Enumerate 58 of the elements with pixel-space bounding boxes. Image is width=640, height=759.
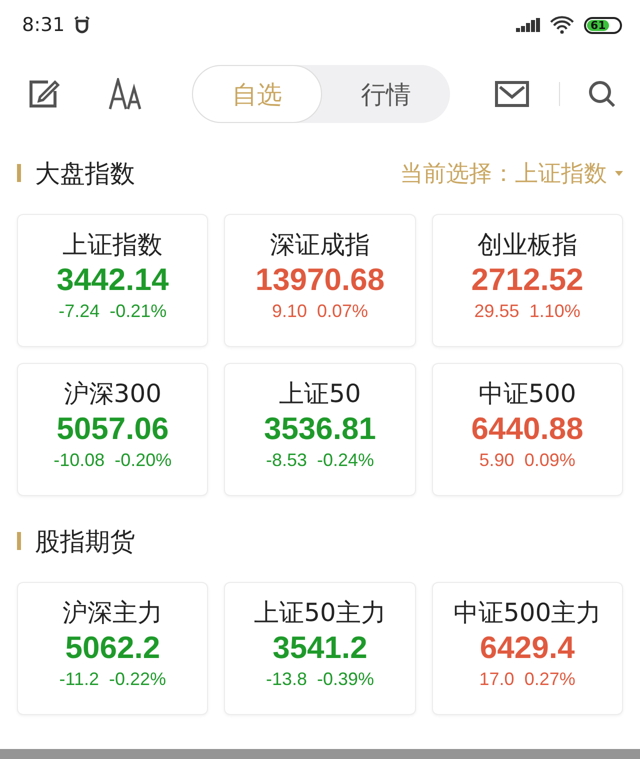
signal-icon [516, 18, 542, 32]
index-card[interactable]: 中证500 6440.88 5.90 0.09% [432, 363, 623, 496]
change-value: -8.53 [266, 449, 307, 472]
index-value: 3442.14 [56, 261, 169, 299]
index-card[interactable]: 上证指数 3442.14 -7.24 -0.21% [17, 214, 208, 347]
change-percent: 0.07% [316, 300, 368, 323]
index-card[interactable]: 深证成指 13970.68 9.10 0.07% [224, 214, 416, 347]
caret-icon [615, 170, 623, 176]
index-name: 上证50主力 [254, 597, 386, 629]
index-name: 深证成指 [270, 229, 370, 261]
change-value: 9.10 [272, 300, 307, 323]
battery-level: 61 [587, 20, 610, 30]
section-title: 股指期货 [35, 526, 135, 558]
index-value: 6429.4 [480, 629, 575, 667]
change-percent: -0.22% [108, 668, 166, 691]
font-size-icon[interactable] [108, 78, 144, 110]
index-value: 2712.52 [471, 261, 584, 299]
index-value: 3536.81 [264, 410, 376, 448]
index-value: 6440.88 [471, 410, 584, 448]
change-percent: 1.10% [529, 300, 580, 323]
index-value: 13970.68 [255, 261, 385, 299]
tab[interactable]: 行情 [322, 65, 450, 123]
edit-icon[interactable] [28, 79, 60, 109]
index-name: 中证500 [478, 378, 576, 410]
section-title: 大盘指数 [35, 158, 135, 190]
index-name: 上证50 [279, 378, 361, 410]
index-name: 上证指数 [62, 229, 163, 261]
change-percent: -0.24% [316, 449, 374, 472]
change-percent: 0.27% [524, 668, 576, 691]
index-name: 中证500主力 [453, 597, 602, 629]
index-value: 5057.06 [56, 410, 169, 448]
change-value: -10.08 [54, 449, 105, 472]
change-value: -7.24 [58, 300, 100, 323]
index-value: 5062.2 [65, 629, 160, 667]
change-value: 5.90 [479, 449, 514, 472]
change-value: -11.2 [59, 668, 99, 691]
index-card[interactable]: 中证500主力 6429.4 17.0 0.27% [432, 582, 623, 715]
index-card[interactable]: 创业板指 2712.52 29.55 1.10% [432, 214, 623, 347]
change-value: 17.0 [479, 668, 514, 691]
index-card[interactable]: 上证50 3536.81 -8.53 -0.24% [224, 363, 416, 496]
mail-icon[interactable] [495, 81, 529, 107]
index-name: 沪深300 [64, 378, 162, 410]
index-card[interactable]: 沪深300 5057.06 -10.08 -0.20% [17, 363, 208, 496]
change-value: -13.8 [266, 668, 307, 691]
index-value: 3541.2 [272, 629, 368, 667]
index-card[interactable]: 沪深主力 5062.2 -11.2 -0.22% [17, 582, 208, 715]
alarm-icon [72, 16, 91, 34]
clock: 8:31 [22, 14, 65, 36]
index-name: 创业板指 [477, 229, 578, 261]
change-percent: -0.21% [110, 300, 167, 323]
index-card[interactable]: 上证50主力 3541.2 -13.8 -0.39% [224, 582, 416, 715]
change-percent: 0.09% [524, 449, 576, 472]
change-value: 29.55 [474, 300, 520, 323]
index-name: 沪深主力 [62, 597, 163, 629]
search-icon[interactable] [588, 80, 616, 108]
change-percent: -0.39% [316, 668, 374, 691]
wifi-icon [550, 16, 574, 34]
change-percent: -0.20% [114, 449, 172, 472]
